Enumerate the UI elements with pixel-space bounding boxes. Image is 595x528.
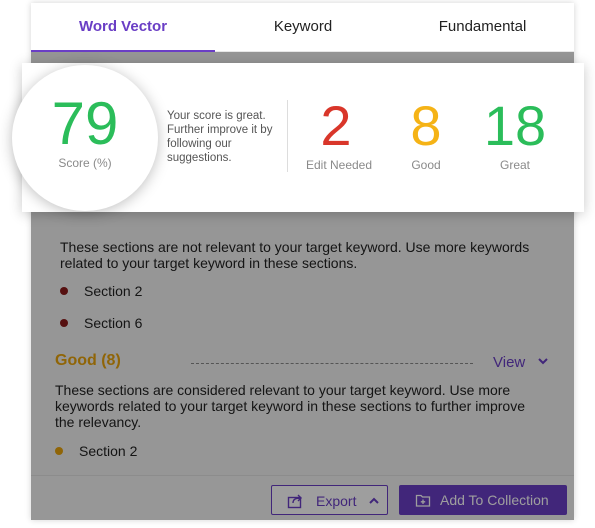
edit-needed-dot: [60, 319, 68, 327]
section-label: Section 2: [79, 443, 138, 459]
good-dot: [55, 447, 63, 455]
chevron-down-icon[interactable]: [536, 354, 550, 368]
add-to-collection-label: Add To Collection: [440, 492, 549, 508]
add-to-collection-button[interactable]: Add To Collection: [399, 485, 567, 515]
add-collection-icon: [415, 494, 431, 507]
section-label: Section 6: [84, 315, 143, 331]
good-description: These sections are considered relevant t…: [55, 382, 525, 430]
score-label: Score (%): [58, 156, 112, 170]
chevron-up-icon: [369, 497, 379, 504]
good-count: 8: [410, 94, 442, 157]
edit-needed-description: These sections are not relevant to your …: [60, 239, 530, 271]
tab-keyword[interactable]: Keyword: [215, 3, 391, 51]
export-button[interactable]: Export: [271, 485, 388, 515]
tab-word-vector[interactable]: Word Vector: [31, 3, 215, 51]
edit-needed-count: 2: [320, 94, 352, 157]
good-label: Good: [411, 158, 441, 172]
great-label: Great: [499, 158, 530, 172]
great-count: 18: [483, 94, 547, 157]
export-label: Export: [316, 493, 357, 509]
good-section-title: Good (8): [55, 352, 121, 369]
tab-fundamental[interactable]: Fundamental: [391, 3, 574, 51]
edit-needed-label: Edit Needed: [305, 158, 373, 172]
dashed-divider: [191, 363, 473, 364]
summary-divider: [287, 100, 288, 172]
export-icon: [287, 494, 302, 509]
section-label: Section 2: [84, 283, 143, 299]
score-value: 79: [51, 90, 119, 157]
view-good-link[interactable]: View: [493, 354, 525, 371]
action-footer: Export Add To Collection: [31, 475, 574, 520]
edit-needed-dot: [60, 287, 68, 295]
score-message: Your score is great. Further improve it …: [167, 110, 273, 164]
tab-bar: Word Vector Keyword Fundamental: [31, 3, 574, 52]
